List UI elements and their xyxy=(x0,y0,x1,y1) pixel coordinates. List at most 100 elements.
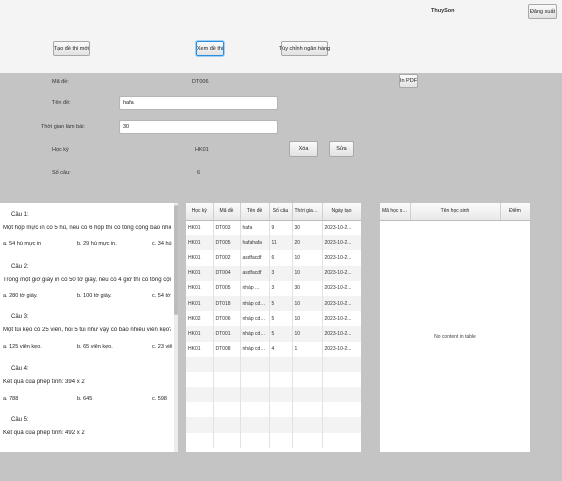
table-cell: 30 xyxy=(292,220,323,236)
question-title: Câu 4: xyxy=(11,366,29,372)
table-row[interactable]: HK01 DT003 hafa 9 30 2023-10-2... xyxy=(186,220,361,236)
empty-row xyxy=(186,371,361,388)
table-cell: nháp ... xyxy=(240,280,270,296)
empty-row xyxy=(186,356,361,372)
option-a: a. 54 hủ mực in xyxy=(3,241,42,247)
column-header[interactable]: Học kỳ xyxy=(186,203,214,221)
option-b: b. 65 viên kẹo. xyxy=(77,344,113,350)
column-header[interactable]: Tên đề xyxy=(240,203,270,221)
table-cell: HK01 xyxy=(186,220,214,236)
table-cell: 30 xyxy=(292,280,323,296)
column-header[interactable]: Mã đề xyxy=(213,203,241,221)
preview-scrollbar[interactable] xyxy=(174,203,178,452)
table-cell: 10 xyxy=(292,326,323,342)
table-cell: HK01 xyxy=(186,280,214,296)
table-cell: 4 xyxy=(269,341,293,357)
empty-row xyxy=(186,402,361,418)
question-count-label: Số câu: xyxy=(52,170,71,176)
question-text: Kết quả của phép tính: 394 x 2 xyxy=(3,379,85,385)
table-cell: 20 xyxy=(292,235,323,251)
question-title: Câu 1: xyxy=(11,212,29,218)
empty-row xyxy=(186,432,361,448)
table-cell: nháp cd-đ... xyxy=(240,341,270,357)
table-cell: DT002 xyxy=(213,250,241,266)
column-header[interactable]: Ngày tạo xyxy=(322,203,361,221)
table-cell: 2023-10-2... xyxy=(322,265,361,281)
table-row[interactable]: HK01 DT001 nháp cd-đ... 5 10 2023-10-2... xyxy=(186,326,361,342)
option-c: c. 23 viê xyxy=(152,344,172,350)
table-row[interactable]: HK01 DT005 hafahafa 11 20 2023-10-2... xyxy=(186,235,361,251)
table-cell: HK01 xyxy=(186,250,214,266)
semester-label: Học kỳ xyxy=(52,147,69,153)
option-a: a. 788 xyxy=(3,396,19,402)
username-label: ThuySon xyxy=(431,8,455,14)
column-header[interactable]: Tên học sinh xyxy=(410,203,501,221)
column-header[interactable]: Mã học sinh xyxy=(380,203,411,221)
table-cell: DT005 xyxy=(213,280,241,296)
create-exam-button[interactable]: Tạo đề thi mới xyxy=(53,41,90,56)
table-cell: 2023-10-2... xyxy=(322,341,361,357)
exam-name-input[interactable]: hafa xyxy=(119,96,278,110)
table-row[interactable]: HK01 DT004 asdfacdf 3 10 2023-10-2... xyxy=(186,265,361,281)
table-cell: 10 xyxy=(292,311,323,327)
table-row[interactable]: HK01 DT005 nháp ... 3 30 2023-10-2... xyxy=(186,280,361,296)
table-cell: DT018 xyxy=(213,295,241,312)
option-b: b. 29 hủ mực in. xyxy=(77,241,117,247)
table-cell: DT001 xyxy=(213,326,241,342)
table-cell: hafahafa xyxy=(240,235,270,251)
table-cell: hafa xyxy=(240,220,270,236)
option-a: a. 280 tờ giấy. xyxy=(3,293,38,299)
table-cell: 2023-10-2... xyxy=(322,311,361,327)
exam-table[interactable]: Học kỳ Mã đề Tên đề Số câu Thời gian ...… xyxy=(186,203,361,452)
table-cell: HK01 xyxy=(186,295,214,312)
table-cell: 2023-10-2... xyxy=(322,280,361,296)
table-cell: DT008 xyxy=(213,341,241,357)
column-header[interactable]: Thời gian ... xyxy=(292,203,323,221)
option-b: b. 100 tờ giấy. xyxy=(77,293,112,299)
table-cell: nháp cd-đ... xyxy=(240,326,270,342)
empty-row xyxy=(186,387,361,403)
table-cell: HK01 xyxy=(186,265,214,281)
table-cell: 2023-10-2... xyxy=(322,220,361,236)
column-header[interactable]: Điểm xyxy=(500,203,530,221)
exam-code-label: Mã đề: xyxy=(52,79,69,85)
table-cell: 2023-10-2... xyxy=(322,295,361,312)
table-row[interactable]: HK02 DT006 nháp cd-đ... 5 10 2023-10-2... xyxy=(186,311,361,327)
table-row[interactable]: HK01 DT018 nháp cd-đ... 5 10 2023-10-2... xyxy=(186,295,361,312)
table-cell: 11 xyxy=(269,235,293,251)
semester-value: HK01 xyxy=(195,147,209,153)
view-exam-button[interactable]: Xem đề thi xyxy=(196,41,224,56)
score-table-header: Mã học sinh Tên học sinh Điểm xyxy=(380,203,530,221)
empty-row xyxy=(186,417,361,433)
table-row[interactable]: HK01 DT002 asdfacdf 6 10 2023-10-2... xyxy=(186,250,361,266)
table-cell: 1 xyxy=(292,341,323,357)
table-cell: 6 xyxy=(269,250,293,266)
question-preview-panel[interactable]: Câu 1: Một hộp mực in có 5 hủ, nếu có 6 … xyxy=(0,203,178,452)
table-cell: HK01 xyxy=(186,326,214,342)
print-pdf-button[interactable]: In PDF xyxy=(399,74,418,88)
table-cell: 10 xyxy=(292,295,323,312)
edit-button[interactable]: Sửa xyxy=(329,141,354,157)
top-toolbar xyxy=(0,0,562,73)
option-c: c. 34 hủ xyxy=(152,241,172,247)
question-text: Một túi kẹo có 25 viên, hỏi 5 túi như vậ… xyxy=(3,327,171,333)
table-cell: HK02 xyxy=(186,311,214,327)
table-cell: DT004 xyxy=(213,265,241,281)
option-c: c. 54 tờ xyxy=(152,293,171,299)
preview-scrollbar-thumb[interactable] xyxy=(174,205,178,315)
table-cell: 2023-10-2... xyxy=(322,326,361,342)
delete-button[interactable]: Xóa xyxy=(289,141,318,157)
table-cell: 5 xyxy=(269,311,293,327)
empty-table-placeholder: No content in table xyxy=(434,334,476,340)
table-cell: 3 xyxy=(269,280,293,296)
table-cell: asdfacdf xyxy=(240,250,270,266)
table-cell: 2023-10-2... xyxy=(322,250,361,266)
exam-time-input[interactable]: 30 xyxy=(119,120,278,134)
score-table[interactable]: Mã học sinh Tên học sinh Điểm No content… xyxy=(380,203,530,452)
question-count-value: 6 xyxy=(197,170,201,176)
table-cell: DT003 xyxy=(213,220,241,236)
customize-bank-button[interactable]: Tùy chỉnh ngân hàng xyxy=(279,41,330,56)
logout-button[interactable]: Đăng xuất xyxy=(528,4,557,19)
table-row[interactable]: HK01 DT008 nháp cd-đ... 4 1 2023-10-2... xyxy=(186,341,361,357)
column-header[interactable]: Số câu xyxy=(269,203,293,221)
